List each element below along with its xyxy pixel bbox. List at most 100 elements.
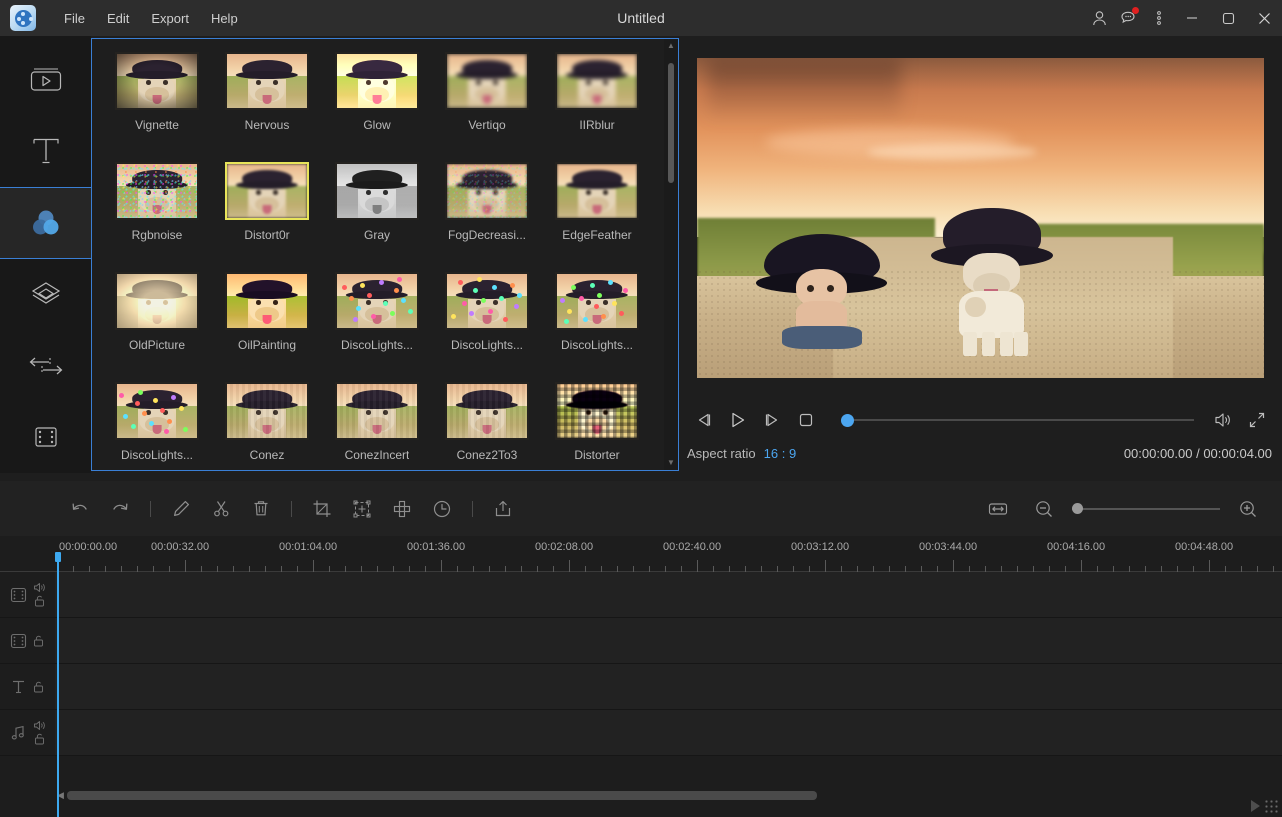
effect-item[interactable]: EdgeFeather xyxy=(547,162,647,272)
stop-button[interactable] xyxy=(789,403,823,437)
effect-item[interactable]: DiscoLights... xyxy=(327,272,427,382)
effect-item[interactable]: OilPainting xyxy=(217,272,317,382)
effect-item[interactable]: DiscoLights... xyxy=(107,382,207,471)
effect-item[interactable]: Distorter xyxy=(547,382,647,471)
maximize-button[interactable] xyxy=(1210,0,1246,36)
fit-to-width-button[interactable] xyxy=(980,493,1016,525)
effect-thumbnail[interactable] xyxy=(555,52,639,110)
playback-progress-slider[interactable] xyxy=(841,413,1194,427)
timeline-playhead[interactable] xyxy=(57,552,59,817)
cut-button[interactable] xyxy=(203,493,239,525)
effect-thumbnail[interactable] xyxy=(445,382,529,440)
share-button[interactable] xyxy=(485,493,521,525)
track-mute-icon[interactable] xyxy=(33,582,46,593)
timeline-horizontal-scrollbar[interactable]: ◀ xyxy=(57,789,817,801)
edit-button[interactable] xyxy=(163,493,199,525)
effect-item[interactable]: Vignette xyxy=(107,52,207,162)
effect-thumbnail[interactable] xyxy=(115,52,199,110)
track-lane[interactable] xyxy=(55,664,1282,709)
effect-thumbnail[interactable] xyxy=(335,162,419,220)
crop-button[interactable] xyxy=(304,493,340,525)
sidebar-item-elements[interactable] xyxy=(0,402,91,474)
sidebar-item-overlays[interactable] xyxy=(0,259,91,331)
next-frame-button[interactable] xyxy=(755,403,789,437)
scroll-thumb[interactable] xyxy=(668,63,674,183)
menu-file[interactable]: File xyxy=(54,7,95,30)
zoom-out-button[interactable] xyxy=(1026,493,1062,525)
h-scroll-track[interactable] xyxy=(67,791,817,800)
feedback-icon[interactable] xyxy=(1114,0,1144,36)
effect-thumbnail[interactable] xyxy=(445,52,529,110)
minimize-button[interactable] xyxy=(1174,0,1210,36)
track-lane[interactable] xyxy=(55,572,1282,617)
track-audio[interactable] xyxy=(0,710,1282,756)
undo-button[interactable] xyxy=(62,493,98,525)
track-video[interactable] xyxy=(0,572,1282,618)
effect-thumbnail[interactable] xyxy=(555,382,639,440)
timeline-ruler[interactable]: 00:00:00.0000:00:32.0000:01:04.0000:01:3… xyxy=(0,536,1282,572)
transform-button[interactable] xyxy=(344,493,380,525)
sidebar-item-text[interactable] xyxy=(0,116,91,188)
effect-thumbnail[interactable] xyxy=(335,382,419,440)
effect-thumbnail[interactable] xyxy=(225,52,309,110)
track-mute-icon[interactable] xyxy=(33,720,46,731)
preview-video-canvas[interactable] xyxy=(697,58,1264,378)
zoom-in-button[interactable] xyxy=(1230,493,1266,525)
effect-thumbnail[interactable] xyxy=(555,162,639,220)
close-button[interactable] xyxy=(1246,0,1282,36)
effect-thumbnail[interactable] xyxy=(225,272,309,330)
mosaic-button[interactable] xyxy=(384,493,420,525)
effect-thumbnail[interactable] xyxy=(115,162,199,220)
effect-item[interactable]: OldPicture xyxy=(107,272,207,382)
effect-item[interactable]: IIRblur xyxy=(547,52,647,162)
effects-vertical-scrollbar[interactable]: ▲ ▼ xyxy=(664,39,678,470)
effect-thumbnail[interactable] xyxy=(335,52,419,110)
progress-knob[interactable] xyxy=(841,414,854,427)
effect-item[interactable]: Conez2To3 xyxy=(437,382,537,471)
delete-button[interactable] xyxy=(243,493,279,525)
track-lane[interactable] xyxy=(55,618,1282,663)
effect-item[interactable]: Conez xyxy=(217,382,317,471)
effect-item[interactable]: Glow xyxy=(327,52,427,162)
sidebar-item-transitions[interactable] xyxy=(0,330,91,402)
track-lock-icon[interactable] xyxy=(34,595,45,607)
track-lock-icon[interactable] xyxy=(33,681,44,693)
effect-item[interactable]: Nervous xyxy=(217,52,317,162)
effect-item[interactable]: DiscoLights... xyxy=(547,272,647,382)
track-text[interactable] xyxy=(0,664,1282,710)
h-scroll-thumb[interactable] xyxy=(67,791,817,800)
effect-item[interactable]: ConezIncert xyxy=(327,382,427,471)
effect-item[interactable]: DiscoLights... xyxy=(437,272,537,382)
account-icon[interactable] xyxy=(1084,0,1114,36)
play-button[interactable] xyxy=(721,403,755,437)
effect-thumbnail[interactable] xyxy=(225,162,309,220)
effect-thumbnail[interactable] xyxy=(225,382,309,440)
speed-button[interactable] xyxy=(424,493,460,525)
menu-help[interactable]: Help xyxy=(201,7,248,30)
effect-thumbnail[interactable] xyxy=(115,382,199,440)
redo-button[interactable] xyxy=(102,493,138,525)
scroll-track[interactable] xyxy=(664,53,678,456)
track-lock-icon[interactable] xyxy=(33,635,44,647)
effect-thumbnail[interactable] xyxy=(445,272,529,330)
menu-edit[interactable]: Edit xyxy=(97,7,139,30)
aspect-ratio-value[interactable]: 16 : 9 xyxy=(764,446,797,461)
volume-button[interactable] xyxy=(1206,403,1240,437)
effect-item[interactable]: Distort0r xyxy=(217,162,317,272)
track-lane[interactable] xyxy=(55,710,1282,755)
menu-export[interactable]: Export xyxy=(141,7,199,30)
scroll-down-arrow-icon[interactable]: ▼ xyxy=(667,456,675,470)
effect-item[interactable]: Rgbnoise xyxy=(107,162,207,272)
previous-frame-button[interactable] xyxy=(687,403,721,437)
more-options-icon[interactable] xyxy=(1144,0,1174,36)
effect-item[interactable]: Vertiqo xyxy=(437,52,537,162)
timeline-zoom-slider[interactable] xyxy=(1072,502,1220,516)
fullscreen-button[interactable] xyxy=(1240,403,1274,437)
scroll-up-arrow-icon[interactable]: ▲ xyxy=(667,39,675,53)
track-lock-icon[interactable] xyxy=(34,733,45,745)
sidebar-item-media[interactable] xyxy=(0,44,91,116)
effect-item[interactable]: Gray xyxy=(327,162,427,272)
sidebar-item-effects[interactable] xyxy=(0,187,91,259)
window-resize-grip[interactable] xyxy=(1263,798,1279,814)
effect-thumbnail[interactable] xyxy=(555,272,639,330)
